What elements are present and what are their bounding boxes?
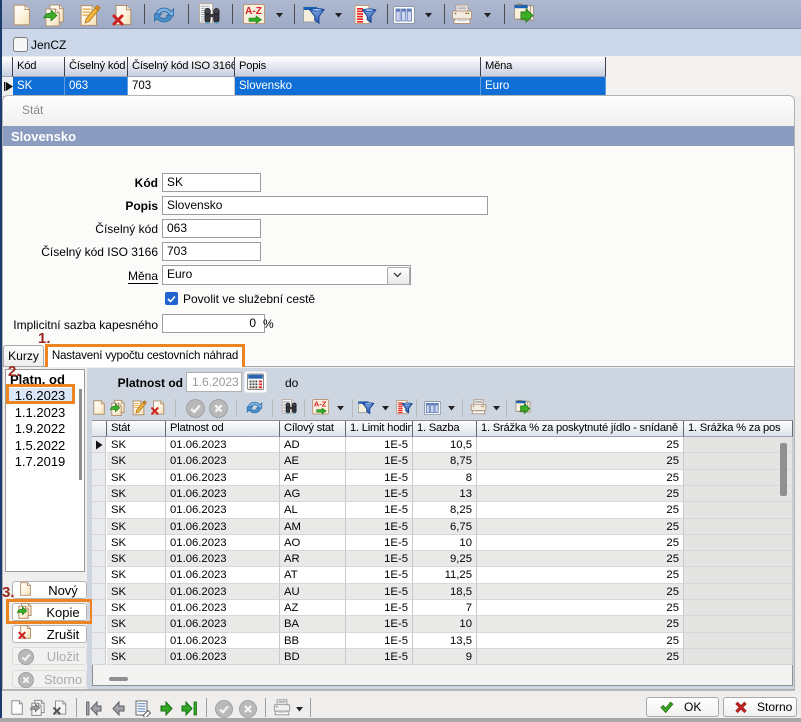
svg-text:A-Z: A-Z <box>314 400 327 409</box>
svg-text:A-Z: A-Z <box>245 6 262 17</box>
